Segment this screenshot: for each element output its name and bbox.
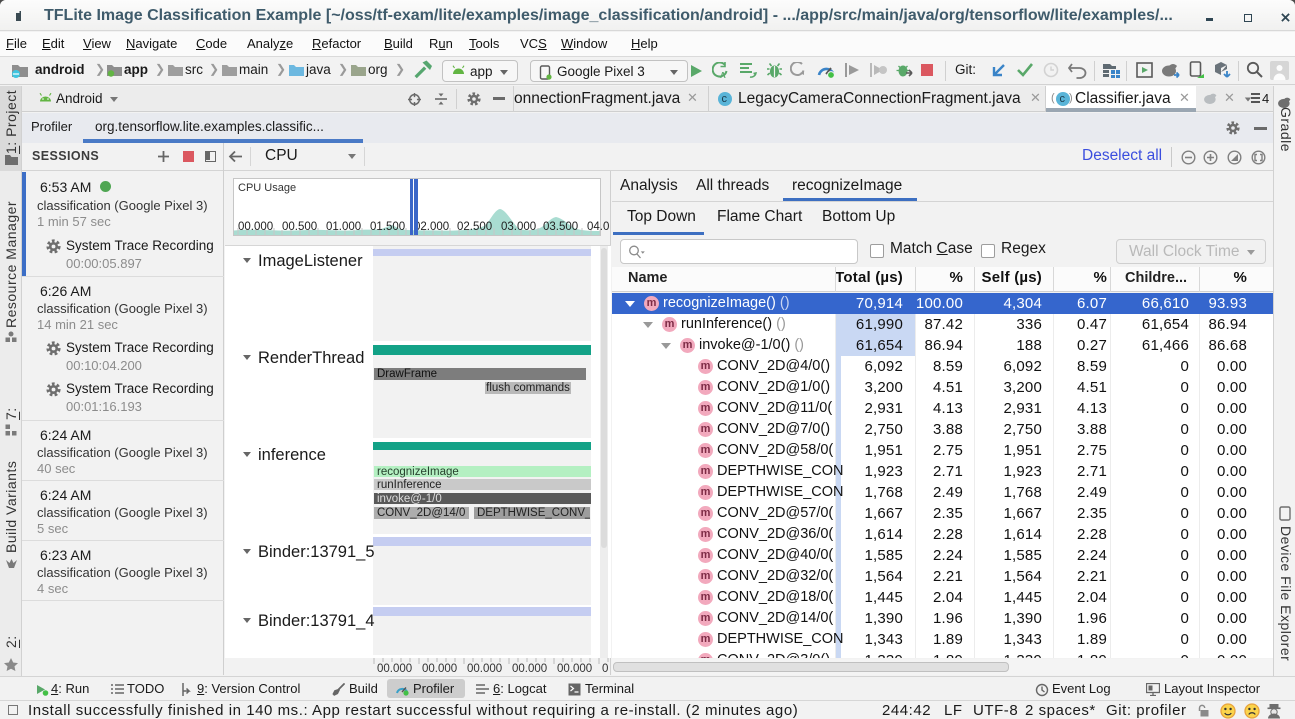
svg-text:A: A — [720, 71, 726, 79]
